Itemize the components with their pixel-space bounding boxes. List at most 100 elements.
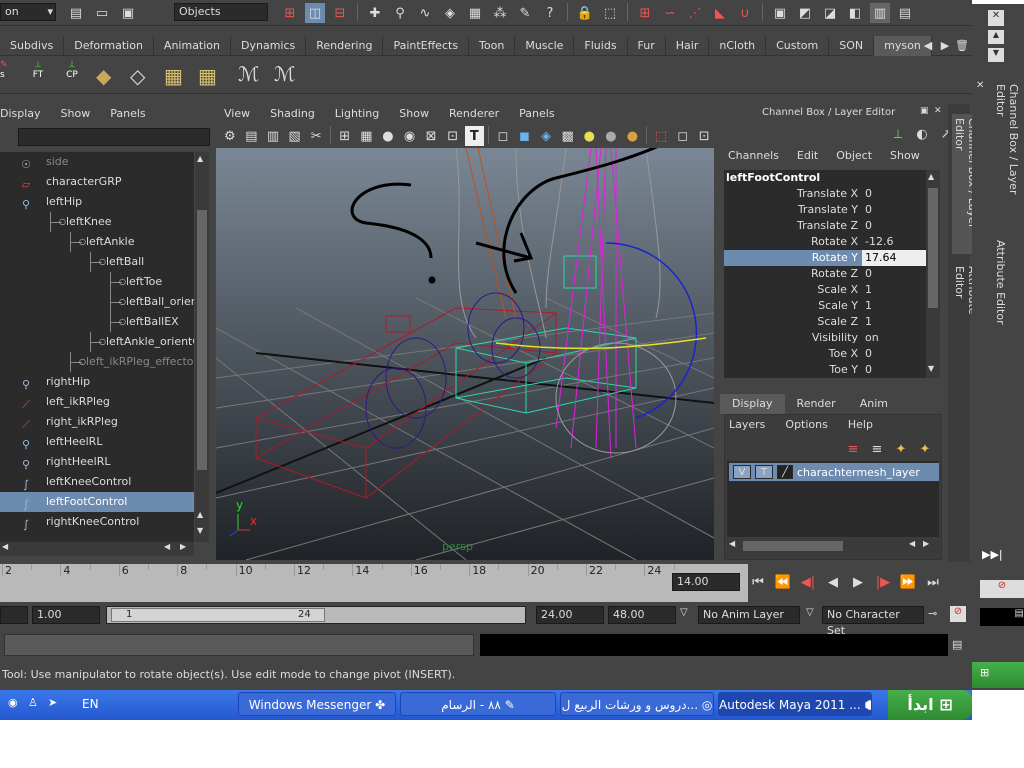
play-forward-icon[interactable]: ▶▶| — [982, 548, 1003, 561]
channel-name[interactable]: Toe Y — [724, 362, 862, 378]
go-to-end-icon[interactable]: ⏭ — [923, 572, 943, 592]
playback-end-field[interactable]: 24.00 — [536, 606, 604, 624]
render-frame-icon[interactable]: ◩ — [795, 3, 815, 23]
layer-menu-help[interactable]: Help — [848, 415, 873, 435]
scroll-up-icon[interactable]: ▲ — [197, 154, 203, 163]
shelf-trash-icon[interactable]: 🗑 — [954, 36, 970, 56]
scroll-right-icon[interactable]: ▶ — [180, 542, 186, 551]
outliner-item[interactable]: ○ leftBallEX — [0, 312, 194, 332]
script-editor-icon[interactable]: ▤ — [980, 608, 1024, 626]
shelf-tab-dynamics[interactable]: Dynamics — [231, 36, 307, 56]
new-scene-icon[interactable]: ▤ — [66, 3, 86, 23]
playback-start-field[interactable]: 1.00 — [32, 606, 100, 624]
scroll-left-icon[interactable]: ◀ — [164, 542, 170, 551]
film-gate-icon[interactable]: ▦ — [357, 126, 377, 146]
viewport-menu-panels[interactable]: Panels — [519, 104, 554, 124]
two-d-pan-icon[interactable]: ✂ — [306, 126, 326, 146]
viewport-menu-show[interactable]: Show — [399, 104, 429, 124]
scroll-left-icon[interactable]: ◀ — [909, 539, 915, 548]
open-scene-icon[interactable]: ▭ — [92, 3, 112, 23]
close-icon[interactable]: ✕ — [988, 10, 1004, 26]
rotate-manipulator-axis[interactable] — [495, 337, 707, 350]
channel-name[interactable]: Translate X — [724, 186, 862, 202]
outliner-item[interactable]: ○leftAnkle_orientCo — [0, 332, 194, 352]
shelf-tab-painteffects[interactable]: PaintEffects — [383, 36, 470, 56]
range-slider[interactable]: 1 24 — [106, 606, 526, 624]
channel-name[interactable]: Scale Z — [724, 314, 862, 330]
scroll-left-icon[interactable]: ◀ — [729, 539, 735, 548]
channel-value[interactable]: 0 — [862, 218, 926, 234]
outliner-item[interactable]: ∫ rightKneeControl — [0, 512, 194, 532]
channel-menu-channels[interactable]: Channels — [728, 146, 779, 166]
outliner-item[interactable]: ○ left_ikRPleg_effector — [0, 352, 194, 372]
outliner-menu-show[interactable]: Show — [61, 104, 91, 124]
channel-value[interactable]: 0 — [862, 186, 926, 202]
layer-tab-display[interactable]: Display — [720, 394, 785, 414]
channel-row[interactable]: Scale Y1 — [724, 298, 926, 314]
layer-menu-layers[interactable]: Layers — [729, 415, 765, 435]
channel-value[interactable]: 0 — [862, 346, 926, 362]
toggle-icon[interactable]: ◐ — [912, 124, 932, 144]
play-backward-icon[interactable]: ◀ — [823, 572, 843, 592]
shelf-grid-icon[interactable]: ▦ — [164, 64, 183, 88]
command-input[interactable] — [4, 634, 474, 656]
camera-select-icon[interactable]: ⚙ — [220, 126, 240, 146]
axis-display-icon[interactable]: ⟂ — [888, 124, 908, 144]
bookmark-icon[interactable]: ▥ — [263, 126, 283, 146]
channel-row[interactable]: Toe Y0 — [724, 362, 926, 378]
step-back-key-icon[interactable]: ⏪ — [773, 572, 793, 592]
step-back-frame-icon[interactable]: ◀| — [798, 572, 818, 592]
scroll-thumb[interactable] — [743, 541, 843, 551]
current-time-field[interactable]: 14.00 — [672, 573, 740, 591]
outliner-item[interactable]: ∫ leftKneeControl — [0, 472, 194, 492]
outliner-item[interactable]: ☉ side — [0, 152, 194, 172]
curve-mask-icon[interactable]: ∿ — [415, 3, 435, 23]
camera-attributes-icon[interactable]: ▤ — [242, 126, 262, 146]
close-icon[interactable]: ✕ — [934, 106, 942, 116]
viewport-menu-renderer[interactable]: Renderer — [449, 104, 499, 124]
layer-menu-options[interactable]: Options — [785, 415, 827, 435]
character-set-dropdown[interactable]: No Character Set — [822, 606, 924, 637]
channel-value[interactable]: 1 — [862, 314, 926, 330]
channel-name[interactable]: Rotate Z — [724, 266, 862, 282]
scroll-up-icon[interactable]: ▲ — [197, 510, 203, 519]
channel-name[interactable]: Toe X — [724, 346, 862, 362]
shelf-tab-fur[interactable]: Fur — [628, 36, 666, 56]
snap-point-icon[interactable]: ⋰ — [685, 3, 705, 23]
layer-color-swatch[interactable]: ╱ — [777, 465, 793, 479]
snap-live-icon[interactable]: ∪ — [735, 3, 755, 23]
snap-grid-icon[interactable]: ⊞ — [635, 3, 655, 23]
xray-icon[interactable]: ◻ — [673, 126, 693, 146]
save-scene-icon[interactable]: ▣ — [118, 3, 138, 23]
smooth-shade-icon[interactable]: ◼ — [515, 126, 535, 146]
isolate-select-icon[interactable]: ⬚ — [651, 126, 671, 146]
shelf-button-s[interactable]: ✎ s — [0, 60, 20, 90]
channel-row[interactable]: Visibility on — [724, 330, 926, 346]
scroll-right-icon[interactable]: ▶ — [923, 539, 929, 548]
move-layer-down-icon[interactable]: ≡ — [867, 439, 887, 459]
shelf-tab-custom[interactable]: Custom — [766, 36, 830, 56]
outliner-item[interactable]: ○ leftAnkle — [0, 232, 194, 252]
scroll-down-icon[interactable]: ▼ — [197, 526, 203, 535]
render-settings-icon[interactable]: ◧ — [845, 3, 865, 23]
time-slider[interactable]: 2 4 6 8 10 12 14 16 18 20 22 24 — [0, 564, 748, 602]
taskbar-item-browser[interactable]: دروس و ورشات الربيع ل... ◎ — [560, 692, 714, 716]
start-button[interactable]: ⊞ — [972, 662, 1024, 688]
outliner-item[interactable]: ⟋ left_ikRPleg — [0, 392, 194, 412]
outliner-menu-display[interactable]: Display — [0, 104, 41, 124]
chevron-down-icon[interactable]: ▽ — [680, 607, 688, 618]
script-editor-icon[interactable]: ▤ — [952, 638, 962, 651]
shelf-fur2-icon[interactable]: ℳ — [274, 62, 295, 86]
channel-row[interactable]: Translate X0 — [724, 186, 926, 202]
lock-selection-icon[interactable]: 🔒 — [575, 3, 595, 23]
wireframe-on-shaded-icon[interactable]: ◈ — [536, 126, 556, 146]
surface-mask-icon[interactable]: ◈ — [440, 3, 460, 23]
shelf-tab-toon[interactable]: Toon — [469, 36, 516, 56]
shelf-button-cp[interactable]: ⟂ CP — [58, 60, 86, 90]
step-forward-frame-icon[interactable]: |▶ — [873, 572, 893, 592]
outliner-item[interactable]: ▱ characterGRP — [0, 172, 194, 192]
layer-tab-render[interactable]: Render — [785, 394, 848, 414]
channel-name[interactable]: Translate Z — [724, 218, 862, 234]
channel-value[interactable]: 0 — [862, 266, 926, 282]
channel-value[interactable]: 17.64 — [862, 250, 926, 266]
